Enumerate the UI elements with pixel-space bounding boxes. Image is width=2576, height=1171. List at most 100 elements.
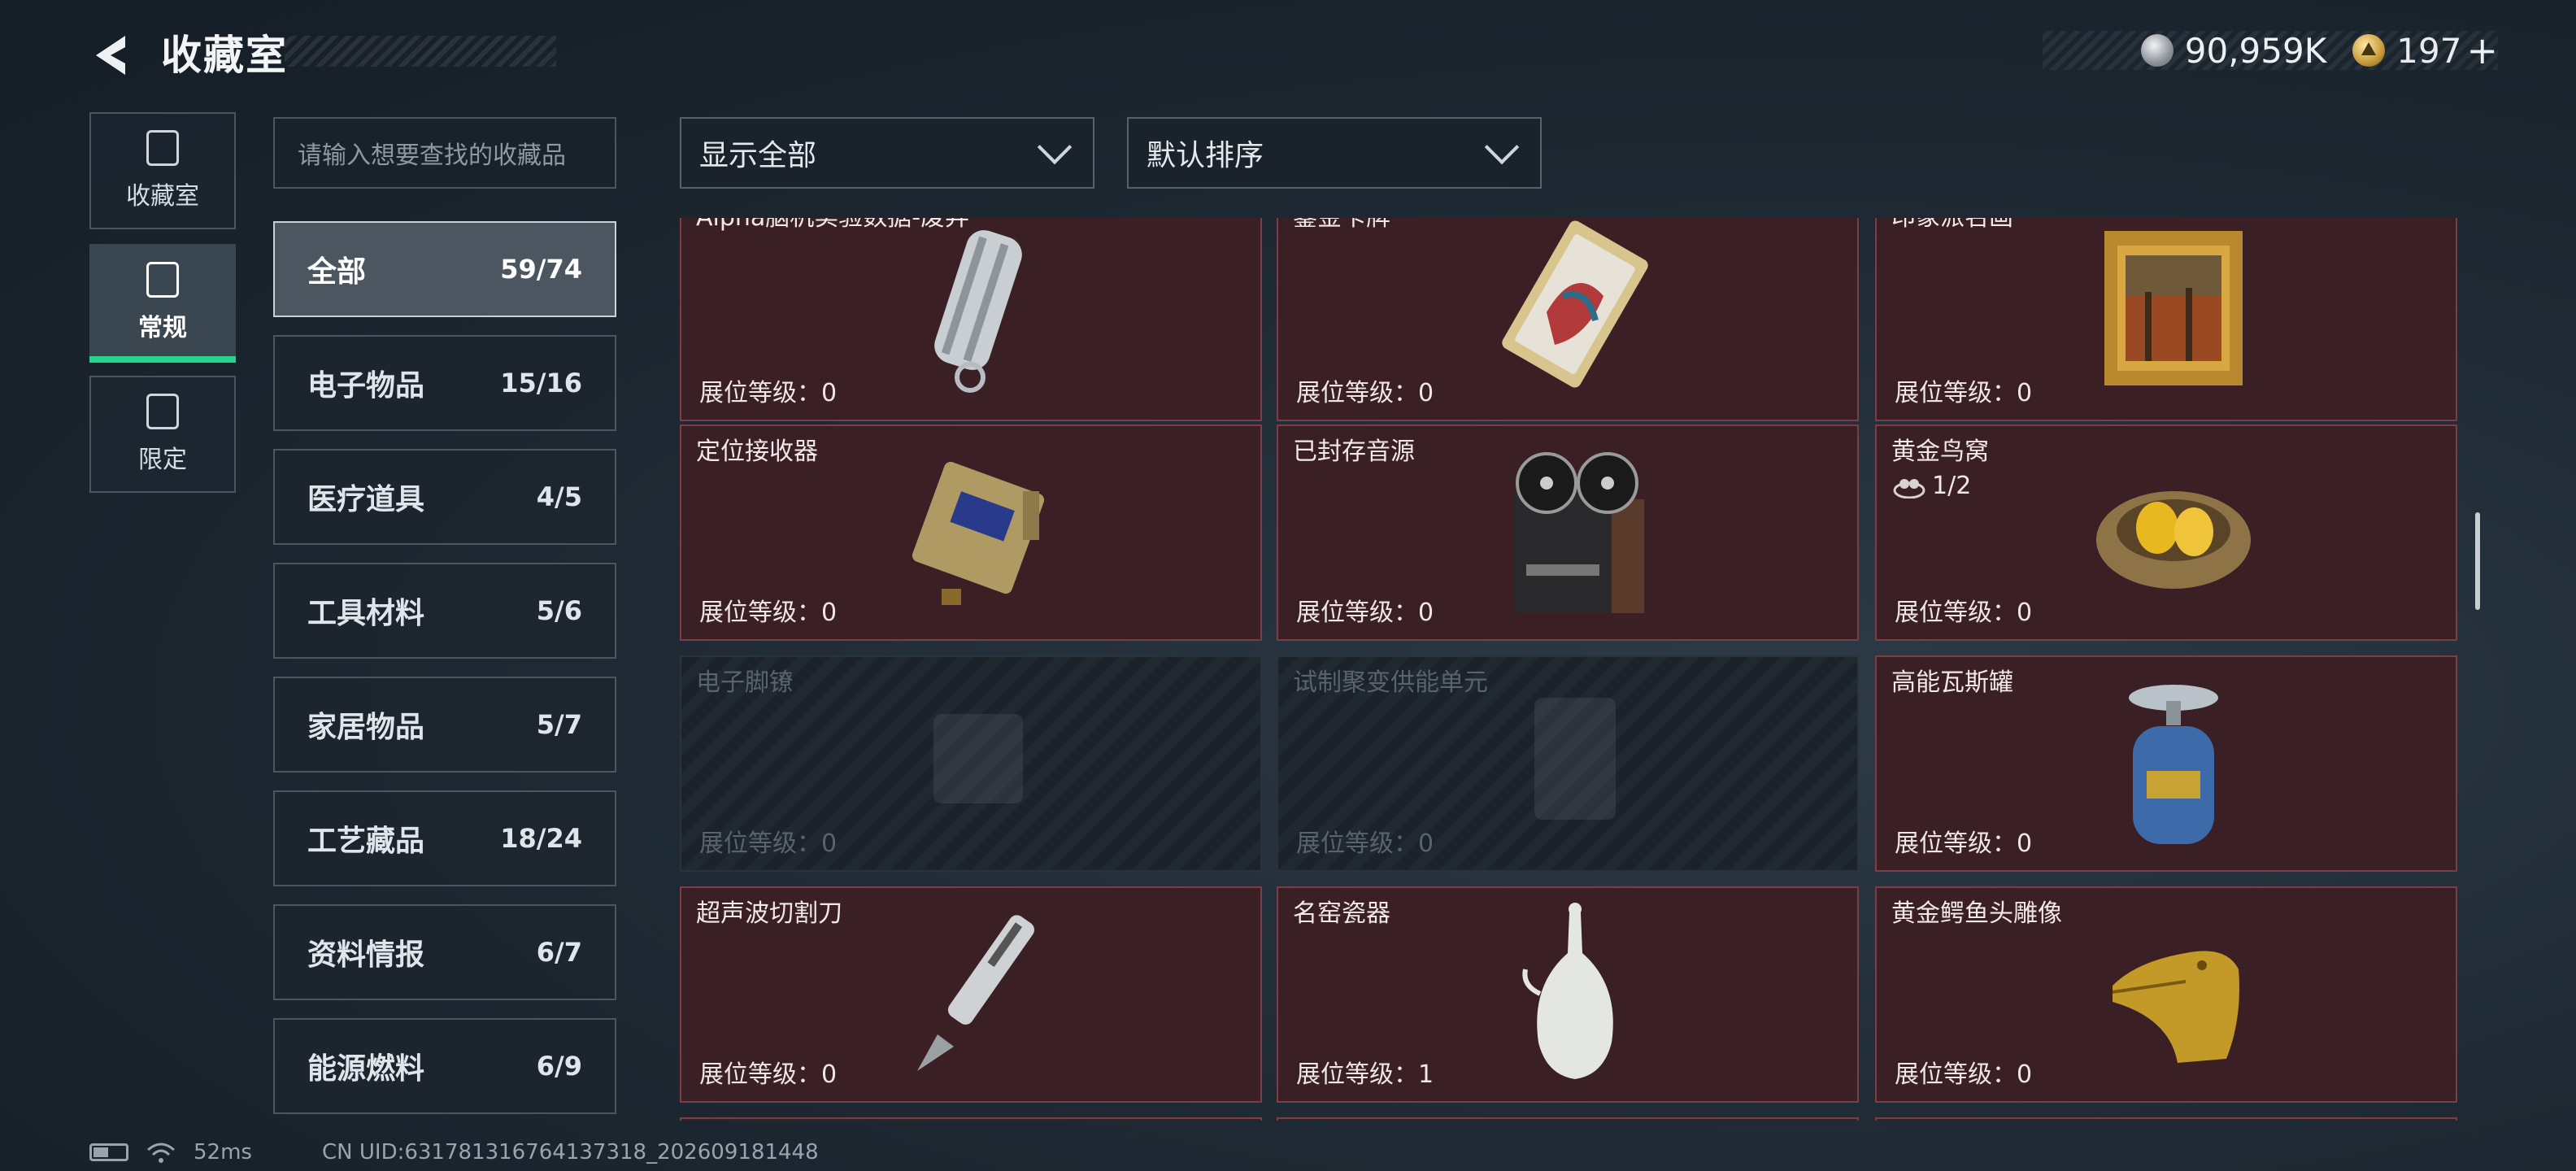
rail-tab-collection[interactable]: 收藏室: [89, 112, 236, 229]
display-level: 展位等级：0: [1296, 599, 1434, 627]
collection-card[interactable]: 黄金鳄鱼头雕像 展位等级：0: [1875, 886, 2457, 1103]
painting-icon: [2104, 231, 2243, 385]
title-decoration: [285, 36, 556, 67]
golden-nest-icon: [2096, 491, 2251, 589]
collection-card-partial[interactable]: [680, 1117, 1262, 1121]
category-name: 电子物品: [307, 369, 425, 403]
sort-value: 默认排序: [1147, 139, 1264, 172]
user-uid: CN UID:6317813167641373​18_202609181448: [322, 1140, 819, 1164]
collection-grid: Alpha脑机实验数据-废弃 展位等级：0 鎏金卡牌 展位等级：0 印象派名画 …: [673, 218, 2461, 1121]
display-level: 展位等级：0: [1895, 599, 2033, 627]
tape-recorder-icon: [1514, 452, 1644, 613]
progress-value: 1/2: [1932, 472, 1972, 500]
collection-card[interactable]: 名窑瓷器 展位等级：1: [1277, 886, 1859, 1103]
display-level: 展位等级：0: [1895, 829, 2033, 858]
status-bar: 52ms: [89, 1140, 252, 1164]
display-level: 展位等级：0: [699, 379, 838, 407]
category-name: 能源燃料: [307, 1052, 425, 1086]
category-count: 4/5: [536, 481, 582, 512]
silver-amount: 90,959K: [2184, 30, 2327, 71]
collection-card[interactable]: 定位接收器 展位等级：0: [680, 424, 1262, 641]
rail-tab-regular[interactable]: 常规: [89, 244, 236, 363]
back-arrow-icon[interactable]: [89, 31, 138, 80]
collection-card[interactable]: 超声波切割刀 展位等级：0: [680, 886, 1262, 1103]
ankle-monitor-icon: [933, 714, 1023, 803]
sort-dropdown[interactable]: 默认排序: [1127, 117, 1542, 189]
category-intel[interactable]: 资料情报 6/7: [273, 904, 616, 1000]
display-level: 展位等级：1: [1296, 1060, 1434, 1089]
porcelain-vase-icon: [1522, 903, 1613, 1079]
fusion-unit-icon: [1534, 698, 1616, 820]
item-name: 超声波切割刀: [696, 899, 842, 928]
display-level: 展位等级：0: [699, 829, 838, 858]
receiver-icon: [912, 461, 1045, 605]
gold-coin-icon: [2352, 34, 2386, 67]
category-household[interactable]: 家居物品 5/7: [273, 677, 616, 773]
item-name: 试制聚变供能单元: [1293, 668, 1488, 697]
gold-crocodile-icon: [2112, 951, 2239, 1063]
category-count: 6/7: [536, 937, 582, 968]
category-medical[interactable]: 医疗道具 4/5: [273, 449, 616, 545]
rail-tab-label: 收藏室: [126, 182, 199, 211]
item-name: 印象派名画: [1891, 218, 2013, 233]
grid-scrollbar[interactable]: [2475, 512, 2480, 610]
gold-amount: 197: [2396, 30, 2462, 71]
collection-card-partial[interactable]: [1875, 1117, 2457, 1121]
category-electronics[interactable]: 电子物品 15/16: [273, 335, 616, 431]
category-all[interactable]: 全部 59/74: [273, 221, 616, 317]
display-level: 展位等级：0: [699, 599, 838, 627]
search-placeholder: 请输入想要查找的收藏品: [298, 141, 566, 170]
collection-card[interactable]: 鎏金卡牌 展位等级：0: [1277, 218, 1859, 421]
display-level: 展位等级：0: [1296, 829, 1434, 858]
regular-icon: [146, 262, 179, 298]
item-name: 黄金鳄鱼头雕像: [1891, 899, 2062, 928]
add-currency-button[interactable]: +: [2466, 28, 2498, 72]
item-name: 黄金鸟窝: [1891, 437, 1989, 466]
filter-dropdown[interactable]: 显示全部: [680, 117, 1094, 189]
ping-value: 52ms: [194, 1140, 252, 1164]
currency-bar: 90,959K 197 +: [2043, 28, 2498, 72]
collection-card-locked[interactable]: 试制聚变供能单元 展位等级：0: [1277, 655, 1859, 872]
category-count: 15/16: [500, 368, 582, 398]
collection-card[interactable]: 高能瓦斯罐 展位等级：0: [1875, 655, 2457, 872]
silver-coin-icon: [2140, 34, 2174, 67]
filter-value: 显示全部: [699, 139, 817, 172]
category-name: 工具材料: [307, 597, 425, 630]
category-energy[interactable]: 能源燃料 6/9: [273, 1018, 616, 1114]
rail-tab-limited[interactable]: 限定: [89, 376, 236, 493]
collection-card[interactable]: Alpha脑机实验数据-废弃 展位等级：0: [680, 218, 1262, 421]
search-input[interactable]: 请输入想要查找的收藏品: [273, 117, 616, 189]
collection-card-partial[interactable]: [1277, 1117, 1859, 1121]
rail-tab-label: 常规: [138, 314, 187, 342]
item-name: 电子脚镣: [696, 668, 794, 697]
category-crafts[interactable]: 工艺藏品 18/24: [273, 790, 616, 886]
category-name: 家居物品: [307, 711, 425, 744]
collection-card-locked[interactable]: 电子脚镣 展位等级：0: [680, 655, 1262, 872]
category-name: 医疗道具: [307, 483, 425, 516]
battery-icon: [89, 1143, 128, 1161]
collection-card[interactable]: 印象派名画 展位等级：0: [1875, 218, 2457, 421]
usb-drive-icon: [934, 230, 1022, 393]
collection-card[interactable]: 已封存音源 展位等级：0: [1277, 424, 1859, 641]
category-tools[interactable]: 工具材料 5/6: [273, 563, 616, 659]
display-level: 展位等级：0: [1296, 379, 1434, 407]
item-name: 定位接收器: [696, 437, 818, 466]
display-level: 展位等级：0: [699, 1060, 838, 1089]
category-count: 59/74: [500, 254, 582, 285]
item-name: 高能瓦斯罐: [1891, 668, 2013, 697]
item-name: 名窑瓷器: [1293, 899, 1390, 928]
category-count: 5/7: [536, 709, 582, 740]
item-name: 鎏金卡牌: [1293, 218, 1390, 233]
collection-card[interactable]: 黄金鸟窝 1/2 展位等级：0: [1875, 424, 2457, 641]
ultrasonic-knife-icon: [917, 915, 1034, 1071]
chevron-down-icon: [1484, 129, 1520, 165]
limited-icon: [146, 394, 179, 429]
wifi-icon: [147, 1143, 175, 1163]
display-level: 展位等级：0: [1895, 379, 2033, 407]
category-name: 工艺藏品: [307, 825, 425, 858]
page-title: 收藏室: [161, 32, 288, 79]
category-count: 18/24: [500, 823, 582, 854]
gas-canister-icon: [2129, 685, 2218, 844]
display-level: 展位等级：0: [1895, 1060, 2033, 1089]
category-name: 资料情报: [307, 938, 425, 972]
